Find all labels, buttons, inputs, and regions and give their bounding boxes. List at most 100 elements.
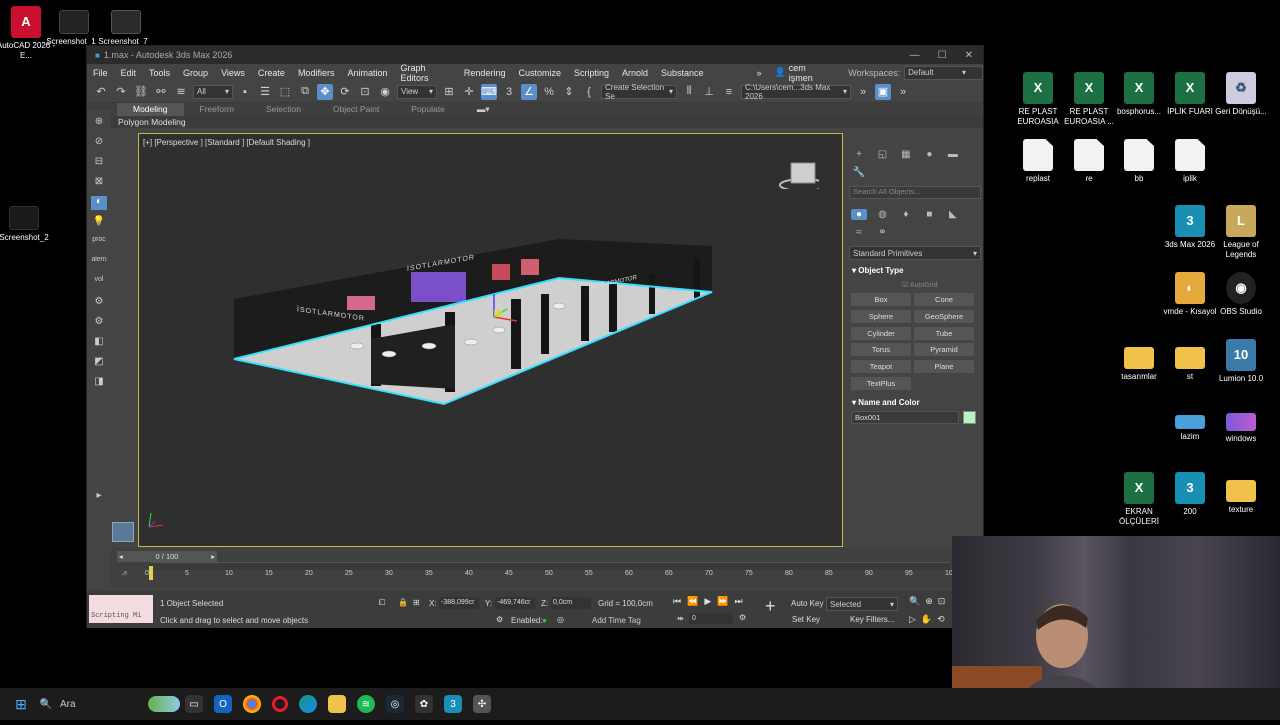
cylinder-button[interactable]: Cylinder <box>851 327 911 340</box>
spinner-snap-icon[interactable]: ⇕ <box>561 84 577 100</box>
select-manipulate-icon[interactable]: ✛ <box>461 84 477 100</box>
redo-icon[interactable]: ↷ <box>113 84 129 100</box>
tool-b-icon[interactable]: ⚙ <box>91 316 107 330</box>
edit-named-sets-icon[interactable]: { <box>581 84 597 100</box>
light-icon[interactable]: 💡 <box>91 216 107 230</box>
angle-snap-icon[interactable]: ∠ <box>521 83 537 100</box>
key-mode-icon[interactable]: ⇹ <box>677 614 684 623</box>
expand-icon[interactable]: ▸ <box>91 490 107 504</box>
key-mode-dropdown[interactable]: Selected ▾ <box>826 597 898 611</box>
category-dropdown[interactable]: Standard Primitives ▾ <box>849 246 981 260</box>
percent-snap-icon[interactable]: % <box>541 84 557 100</box>
viewport-layout-icon[interactable] <box>112 522 134 542</box>
zoom-extents-icon[interactable]: ⊡ <box>938 596 946 607</box>
tab-populate[interactable]: Populate <box>395 103 461 116</box>
goto-start-icon[interactable]: ⏮ <box>673 596 681 607</box>
minimize-icon[interactable]: — <box>910 50 920 61</box>
menu-file[interactable]: File <box>93 68 108 78</box>
desktop-icon-20[interactable]: texture <box>1209 472 1273 515</box>
select-move-icon[interactable]: ✥ <box>317 83 333 100</box>
timeline-icon[interactable]: ⩘ <box>122 568 127 578</box>
ref-coord-dropdown[interactable]: View ▾ <box>397 84 437 99</box>
hierarchy-tab-icon[interactable]: ▦ <box>898 149 914 160</box>
sphere-button[interactable]: Sphere <box>851 310 911 323</box>
desktop-icon-12[interactable]: ◉ OBS Studio <box>1209 272 1273 317</box>
plane-button[interactable]: Plane <box>914 360 974 373</box>
display-tab-icon[interactable]: ▬ <box>945 149 961 160</box>
orbit-icon[interactable]: ⟲ <box>937 614 945 625</box>
enabled-status-icon[interactable]: ● <box>542 616 547 625</box>
menu-edit[interactable]: Edit <box>121 68 137 78</box>
render-setup-icon[interactable]: ▣ <box>875 83 891 100</box>
pan-icon[interactable]: ✋ <box>921 614 932 625</box>
object-name-input[interactable]: Box001 <box>851 411 959 424</box>
edge-icon[interactable] <box>299 695 317 713</box>
set-key-big-icon[interactable]: + <box>765 596 776 617</box>
menu-animation[interactable]: Animation <box>347 68 387 78</box>
mirror-icon[interactable]: ⫴ <box>681 84 697 100</box>
rect-selection-icon[interactable]: ⬚ <box>277 84 293 100</box>
x-coordinate-field[interactable]: -388,099cr <box>439 597 479 609</box>
create-icon[interactable]: ⊕ <box>91 116 107 130</box>
davinci-icon[interactable]: ✿ <box>415 695 433 713</box>
next-frame-icon[interactable]: ⏩ <box>717 596 728 607</box>
absolute-mode-icon[interactable]: ⊞ <box>413 598 420 607</box>
menu-arnold[interactable]: Arnold <box>622 68 648 78</box>
vol-icon[interactable]: vol <box>91 276 107 290</box>
ribbon-panel-label[interactable]: Polygon Modeling <box>87 116 983 128</box>
zoom-all-icon[interactable]: ⊕ <box>925 596 933 607</box>
menu-views[interactable]: Views <box>221 68 245 78</box>
selection-filter-dropdown[interactable]: All ▾ <box>193 84 233 99</box>
current-frame-field[interactable]: 0 <box>689 613 733 624</box>
opera-icon[interactable] <box>272 696 288 712</box>
user-name[interactable]: cem işmen <box>789 63 829 83</box>
menu-modifiers[interactable]: Modifiers <box>298 68 335 78</box>
steam-icon[interactable]: ◎ <box>386 695 404 713</box>
name-color-rollout[interactable]: ▾ Name and Color <box>852 398 920 407</box>
select-object-icon[interactable]: ▪ <box>237 84 253 100</box>
perspective-viewport[interactable]: [+] [Perspective ] [Standard ] [Default … <box>138 133 843 547</box>
cameras-icon[interactable]: ■ <box>921 209 937 220</box>
keyboard-shortcut-override-icon[interactable]: ⌨ <box>481 83 497 100</box>
bind-spacewarp-icon[interactable]: ≋ <box>173 84 189 100</box>
menu-scripting[interactable]: Scripting <box>574 68 609 78</box>
shapes-icon[interactable]: ◍ <box>874 209 890 220</box>
time-config-icon[interactable]: ⚙ <box>739 613 746 622</box>
timeline[interactable]: ◂ 0 / 100 ▸ ⩘ 0 5 10 15 20 25 30 35 40 45 50 55 60 65… <box>110 548 957 588</box>
tab-selection[interactable]: Selection <box>250 103 317 116</box>
undo-icon[interactable]: ↶ <box>93 84 109 100</box>
app-taskbar-icon[interactable]: ✣ <box>473 695 491 713</box>
file-explorer-icon[interactable] <box>328 695 346 713</box>
unlink-icon[interactable]: ⚯ <box>153 84 169 100</box>
tool-a-icon[interactable]: ⚙ <box>91 296 107 310</box>
close-icon[interactable]: ✕ <box>965 50 973 61</box>
scene-icon[interactable]: ⊠ <box>91 176 107 190</box>
object-color-swatch[interactable] <box>963 411 976 424</box>
tab-object-paint[interactable]: Object Paint <box>317 103 395 116</box>
geosphere-button[interactable]: GeoSphere <box>914 310 974 323</box>
snaps-toggle-icon[interactable]: 3 <box>501 84 517 100</box>
cone-button[interactable]: Cone <box>914 293 974 306</box>
tab-freeform[interactable]: Freeform <box>184 103 250 116</box>
time-marker[interactable] <box>149 566 153 580</box>
hierarchy-icon[interactable]: ⊟ <box>91 156 107 170</box>
3dsmax-taskbar-icon[interactable]: 3 <box>444 695 462 713</box>
modify-tab-icon[interactable]: ◱ <box>874 149 890 160</box>
motion-tab-icon[interactable]: ● <box>921 149 937 160</box>
maximize-icon[interactable]: ☐ <box>938 50 947 61</box>
view-icon[interactable]: ◐ <box>91 196 107 210</box>
tool-d-icon[interactable]: ◩ <box>91 356 107 370</box>
track-bar[interactable] <box>150 562 950 570</box>
chrome-icon[interactable] <box>243 695 261 713</box>
helpers-icon[interactable]: ◣ <box>945 209 961 220</box>
tube-button[interactable]: Tube <box>914 327 974 340</box>
desktop-icon-screenshot-2[interactable]: Screenshot_2 <box>0 206 56 243</box>
systems-icon[interactable]: ⚭ <box>874 227 890 238</box>
project-path-dropdown[interactable]: C:\Users\cem...3ds Max 2026 ▾ <box>741 83 851 101</box>
search-all-objects-input[interactable]: Search All Objects... <box>849 186 981 199</box>
geometry-icon[interactable]: ● <box>851 209 867 220</box>
scene-explorer-icon[interactable]: ≡ <box>721 84 737 100</box>
spacewarps-icon[interactable]: ≈ <box>851 227 867 238</box>
modify-icon[interactable]: ⊘ <box>91 136 107 150</box>
auto-key-button[interactable]: Auto Key <box>791 599 823 608</box>
